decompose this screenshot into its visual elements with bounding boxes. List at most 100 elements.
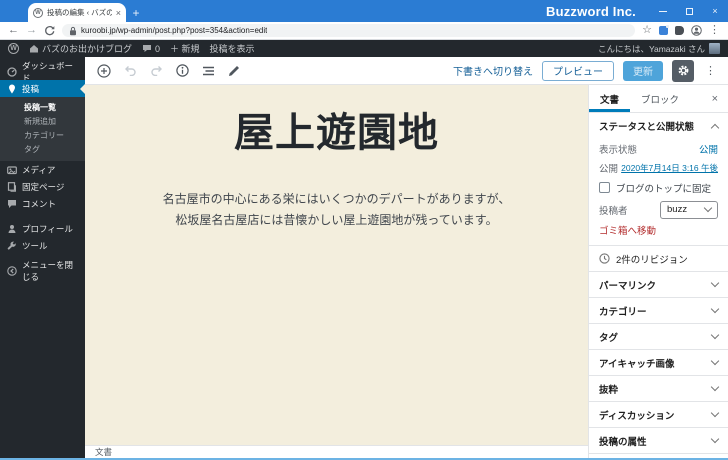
menu-item-comments[interactable]: コメント xyxy=(0,195,85,212)
maximize-button[interactable] xyxy=(676,0,702,22)
panel-title: 抜粋 xyxy=(599,384,619,396)
update-button[interactable]: 更新 xyxy=(623,60,663,81)
panel-permalink[interactable]: パーマリンク xyxy=(589,272,728,298)
tab-title: 投稿の編集 ‹ バズのお出かけブログ — xyxy=(47,8,112,17)
menu-collapse[interactable]: メニューを閉じる xyxy=(0,260,85,282)
extensions-menu-icon[interactable] xyxy=(675,26,684,35)
tab-close-icon[interactable]: × xyxy=(116,8,121,18)
menu-label: 投稿 xyxy=(22,83,40,94)
editor-canvas[interactable]: 屋上遊園地 名古屋市の中心にある栄にはいくつかのデパートがありますが、 松坂屋名… xyxy=(85,85,588,445)
publish-row: 公開 2020年7月14日 3:16 午後 xyxy=(589,158,728,177)
revisions-row[interactable]: 2件のリビジョン xyxy=(589,246,728,272)
paragraph-line: 名古屋市の中心にある栄にはいくつかのデパートがありますが、 xyxy=(162,192,511,206)
menu-label: プロフィール xyxy=(22,223,73,234)
panel-title: パーマリンク xyxy=(599,280,657,292)
editor-tools xyxy=(97,63,240,78)
active-menu-notch xyxy=(80,83,85,94)
post-title-block[interactable]: 屋上遊園地 xyxy=(85,109,588,157)
admin-bar-account[interactable]: こんにちは、Yamazaki さん xyxy=(598,43,720,55)
new-tab-button[interactable]: + xyxy=(126,3,146,22)
revisions-label: 2件のリビジョン xyxy=(616,254,688,266)
home-icon xyxy=(30,45,38,53)
more-tools-icon[interactable]: ⋮ xyxy=(703,64,718,77)
extension-icon[interactable] xyxy=(659,25,669,35)
menu-label: メニューを閉じる xyxy=(22,259,74,282)
panel-featured-image[interactable]: アイキャッチ画像 xyxy=(589,350,728,376)
menu-item-dashboard[interactable]: ダッシュボード xyxy=(0,61,85,83)
editor-header-actions: 下書きへ切り替え プレビュー 更新 ⋮ xyxy=(453,59,718,82)
wp-admin-menu: ダッシュボード 投稿 投稿一覧 新規追加 カテゴリー タグ メディア 固定ページ xyxy=(0,57,85,458)
admin-bar-new[interactable]: ＋ 新規 xyxy=(170,42,200,55)
menu-item-profile[interactable]: プロフィール xyxy=(0,220,85,237)
redo-icon[interactable] xyxy=(150,65,163,76)
comment-bubble-icon xyxy=(143,45,152,52)
author-value: buzz xyxy=(667,204,688,215)
address-bar[interactable]: kuroobi.jp/wp-admin/post.php?post=354&ac… xyxy=(62,24,636,37)
submenu-tags[interactable]: タグ xyxy=(0,142,85,156)
content-structure-icon[interactable] xyxy=(176,64,189,77)
reload-icon[interactable] xyxy=(44,25,55,36)
panel-post-attributes[interactable]: 投稿の属性 xyxy=(589,428,728,454)
wordpress-logo-icon[interactable]: W xyxy=(8,43,19,54)
menu-item-posts[interactable]: 投稿 xyxy=(0,80,85,97)
menu-label: メディア xyxy=(22,164,56,175)
browser-tab[interactable]: W 投稿の編集 ‹ バズのお出かけブログ — × xyxy=(28,3,126,22)
visibility-link[interactable]: 公開 xyxy=(699,142,718,156)
author-label: 投稿者 xyxy=(599,205,628,217)
chevron-down-icon xyxy=(710,434,720,444)
panel-categories[interactable]: カテゴリー xyxy=(589,298,728,324)
bookmark-star-icon[interactable]: ☆ xyxy=(642,25,652,36)
admin-bar-view-post[interactable]: 投稿を表示 xyxy=(210,42,255,55)
url-text: kuroobi.jp/wp-admin/post.php?post=354&ac… xyxy=(81,26,268,35)
admin-bar-site[interactable]: バズのお出かけブログ xyxy=(29,42,132,55)
profile-icon[interactable] xyxy=(691,25,702,36)
panel-title: アイキャッチ画像 xyxy=(599,358,675,370)
chevron-down-icon xyxy=(710,408,720,418)
breadcrumb[interactable]: 文書 xyxy=(95,446,112,458)
block-breadcrumb-bar: 文書 xyxy=(85,445,588,458)
publish-date-link[interactable]: 2020年7月14日 3:16 午後 xyxy=(621,162,718,174)
editor-canvas-column: 屋上遊園地 名古屋市の中心にある栄にはいくつかのデパートがありますが、 松坂屋名… xyxy=(85,85,588,458)
close-button[interactable]: × xyxy=(702,0,728,22)
undo-icon[interactable] xyxy=(124,65,137,76)
list-view-icon[interactable] xyxy=(202,66,215,76)
menu-item-tools[interactable]: ツール xyxy=(0,237,85,254)
trash-row: ゴミ箱へ移動 xyxy=(589,221,728,245)
sticky-checkbox[interactable] xyxy=(599,182,610,193)
panel-excerpt[interactable]: 抜粋 xyxy=(589,376,728,402)
author-select[interactable]: buzz xyxy=(660,200,718,219)
panel-tags[interactable]: タグ xyxy=(589,324,728,350)
window-controls: × xyxy=(650,0,728,22)
chevron-down-icon xyxy=(710,330,720,340)
post-paragraph-block[interactable]: 名古屋市の中心にある栄にはいくつかのデパートがありますが、 松坂屋名古屋店には昔… xyxy=(85,189,588,231)
switch-to-draft-link[interactable]: 下書きへ切り替え xyxy=(453,63,533,78)
back-icon[interactable]: ← xyxy=(8,25,19,36)
panel-discussion[interactable]: ディスカッション xyxy=(589,402,728,428)
menu-item-media[interactable]: メディア xyxy=(0,161,85,178)
media-icon xyxy=(7,165,17,174)
settings-gear-button[interactable] xyxy=(672,59,694,82)
gear-icon xyxy=(678,65,688,76)
edit-pencil-icon[interactable] xyxy=(228,65,240,77)
forward-icon[interactable]: → xyxy=(26,25,37,36)
submenu-add-new[interactable]: 新規追加 xyxy=(0,114,85,128)
tab-document[interactable]: 文書 xyxy=(589,85,630,112)
wp-admin-bar: W バズのお出かけブログ 0 ＋ 新規 投稿を表示 こんにちは、Yamazaki… xyxy=(0,40,728,57)
block-inserter-icon[interactable] xyxy=(97,63,111,78)
posts-submenu: 投稿一覧 新規追加 カテゴリー タグ xyxy=(0,97,85,161)
browser-titlebar: W 投稿の編集 ‹ バズのお出かけブログ — × + Buzzword Inc.… xyxy=(0,0,728,22)
tab-block[interactable]: ブロック xyxy=(630,85,690,112)
chevron-down-icon xyxy=(710,304,720,314)
minimize-button[interactable] xyxy=(650,0,676,22)
admin-bar-comments[interactable]: 0 xyxy=(142,44,160,54)
close-settings-icon[interactable]: × xyxy=(702,85,728,112)
chevron-down-icon xyxy=(710,382,720,392)
menu-label: 固定ページ xyxy=(22,181,65,192)
submenu-all-posts[interactable]: 投稿一覧 xyxy=(0,100,85,114)
menu-item-pages[interactable]: 固定ページ xyxy=(0,178,85,195)
submenu-categories[interactable]: カテゴリー xyxy=(0,128,85,142)
preview-button[interactable]: プレビュー xyxy=(542,60,614,81)
move-to-trash-link[interactable]: ゴミ箱へ移動 xyxy=(599,226,656,237)
browser-menu-icon[interactable]: ⋮ xyxy=(709,25,720,36)
status-panel-header[interactable]: ステータスと公開状態 xyxy=(589,113,728,139)
